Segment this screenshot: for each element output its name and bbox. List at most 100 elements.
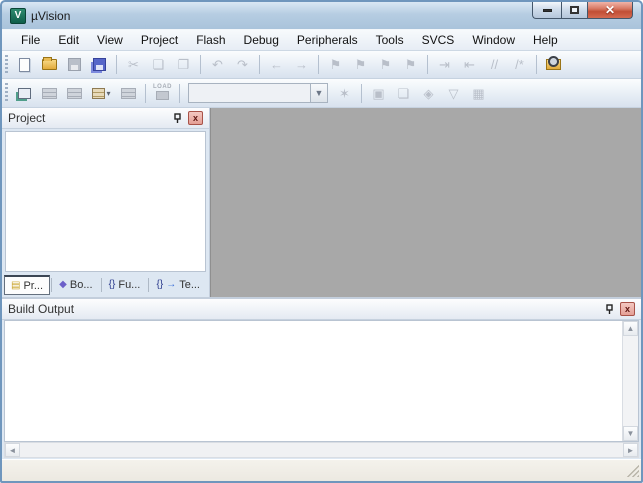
menu-file[interactable]: File <box>12 31 49 49</box>
indent-button[interactable]: ⇥ <box>433 54 456 76</box>
navigate-back-button[interactable]: ← <box>265 54 288 76</box>
mdi-workspace-background <box>210 108 641 297</box>
books-tab-icon: ◆ <box>59 279 67 290</box>
toolbar-grip[interactable] <box>5 54 8 75</box>
minimize-button[interactable] <box>532 2 561 19</box>
component-viewer-button[interactable]: ◈ <box>417 82 440 104</box>
project-panel-title: Project <box>8 111 46 125</box>
chevron-down-icon[interactable]: ▼ <box>310 84 327 102</box>
manage-project-items-button[interactable]: ▣ <box>367 82 390 104</box>
toolbar-separator <box>427 55 428 74</box>
functions-tab-icon: {} <box>108 279 116 290</box>
scroll-down-button[interactable]: ▼ <box>623 426 638 441</box>
download-load-icon <box>156 90 169 100</box>
menu-flash[interactable]: Flash <box>187 31 234 49</box>
build-output-header: Build Output x <box>2 299 641 320</box>
toolbar-grip[interactable] <box>5 83 8 103</box>
project-close-button[interactable]: x <box>188 111 203 125</box>
menu-svcs[interactable]: SVCS <box>413 31 464 49</box>
next-bookmark-icon: ⚑ <box>354 57 367 72</box>
toolbar-separator <box>259 55 260 74</box>
previous-bookmark-button[interactable]: ⚑ <box>374 54 397 76</box>
translate-button[interactable] <box>13 82 36 104</box>
unindent-button[interactable]: ⇤ <box>458 54 481 76</box>
options-for-target-button[interactable]: ✶ <box>333 82 356 104</box>
build-output-pin-button[interactable] <box>602 302 617 317</box>
pushpin-icon <box>174 112 181 123</box>
build-output-vscrollbar[interactable]: ▲ ▼ <box>622 321 638 441</box>
windows-cascade-button[interactable]: ❏ <box>392 82 415 104</box>
save-all-icon <box>93 58 106 71</box>
toolbar-separator <box>361 83 362 103</box>
cut-icon: ✂ <box>128 57 139 72</box>
clear-bookmarks-button[interactable]: ⚑ <box>399 54 422 76</box>
project-tree-area[interactable] <box>5 131 206 272</box>
undo-button[interactable]: ↶ <box>206 54 229 76</box>
function-filter-button[interactable]: ▽ <box>442 82 465 104</box>
uvision-window: V µVision ✕ File Edit View Project Flash Debu… <box>0 0 643 483</box>
component-viewer-icon: ◈ <box>423 85 434 101</box>
app-logo-icon: V <box>10 7 26 24</box>
maximize-button[interactable] <box>561 2 588 19</box>
toolbar-separator <box>145 83 146 103</box>
navigate-forward-button[interactable]: → <box>290 54 313 76</box>
title-bar[interactable]: V µVision ✕ <box>2 2 641 29</box>
resize-grip[interactable] <box>627 464 639 477</box>
target-select[interactable]: ▼ <box>188 83 328 103</box>
stop-build-icon <box>121 87 136 99</box>
toolbar-separator <box>200 55 201 74</box>
menu-window[interactable]: Window <box>463 31 524 49</box>
scroll-right-button[interactable]: ► <box>623 443 638 457</box>
find-in-files-button[interactable] <box>542 54 565 76</box>
menu-project[interactable]: Project <box>132 31 187 49</box>
open-file-icon <box>42 57 57 70</box>
redo-button[interactable]: ↷ <box>231 54 254 76</box>
build-output-hscrollbar[interactable]: ◄ ► <box>4 442 639 458</box>
menu-view[interactable]: View <box>88 31 132 49</box>
navigate-back-icon: ← <box>270 57 283 72</box>
menu-help[interactable]: Help <box>524 31 567 49</box>
stop-build-button[interactable] <box>117 82 140 104</box>
templates-tab-label: Te... <box>179 279 200 291</box>
tab-functions[interactable]: {} Fu... <box>102 275 148 295</box>
paste-button[interactable]: ❐ <box>172 54 195 76</box>
cut-button[interactable]: ✂ <box>122 54 145 76</box>
save-icon <box>68 58 81 71</box>
scroll-up-button[interactable]: ▲ <box>623 321 638 336</box>
open-file-button[interactable] <box>38 54 61 76</box>
menu-edit[interactable]: Edit <box>49 31 88 49</box>
comment-selection-button[interactable]: // <box>483 54 506 76</box>
copy-button[interactable]: ❏ <box>147 54 170 76</box>
build-toolbar: ▾ LOAD ▼ ✶ ▣ ❏ ◈ ▽ ▦ <box>2 79 641 108</box>
pack-mesh-icon: ▦ <box>472 85 485 101</box>
arrow-up-icon: ▲ <box>626 324 635 333</box>
batch-build-button[interactable]: ▾ <box>88 82 115 104</box>
file-toolbar: ✂ ❏ ❐ ↶ ↷ ← → ⚑ ⚑ ⚑ ⚑ ⇥ ⇤ // /* <box>2 51 641 79</box>
menu-debug[interactable]: Debug <box>235 31 288 49</box>
next-bookmark-button[interactable]: ⚑ <box>349 54 372 76</box>
build-output-close-button[interactable]: x <box>620 302 635 316</box>
uncomment-selection-icon: /* <box>515 57 524 72</box>
menu-peripherals[interactable]: Peripherals <box>288 31 367 49</box>
pack-mesh-button[interactable]: ▦ <box>467 82 490 104</box>
toggle-bookmark-button[interactable]: ⚑ <box>324 54 347 76</box>
window-title: µVision <box>31 8 71 23</box>
save-button[interactable] <box>63 54 86 76</box>
new-file-button[interactable] <box>13 54 36 76</box>
build-output-log[interactable] <box>5 321 622 441</box>
project-pin-button[interactable] <box>170 111 185 126</box>
rebuild-icon <box>67 87 82 99</box>
tab-templates[interactable]: {} → Te... <box>150 275 207 295</box>
download-load-button[interactable]: LOAD <box>151 82 174 104</box>
clear-bookmarks-icon: ⚑ <box>404 57 417 72</box>
menu-tools[interactable]: Tools <box>367 31 413 49</box>
tab-project[interactable]: ▤ Pr... <box>4 275 51 295</box>
rebuild-button[interactable] <box>63 82 86 104</box>
arrow-left-icon: ◄ <box>8 445 17 455</box>
scroll-left-button[interactable]: ◄ <box>5 443 20 457</box>
tab-books[interactable]: ◆ Bo... <box>52 275 99 295</box>
save-all-button[interactable] <box>88 54 111 76</box>
build-button[interactable] <box>38 82 61 104</box>
close-button[interactable]: ✕ <box>588 2 633 19</box>
uncomment-selection-button[interactable]: /* <box>508 54 531 76</box>
